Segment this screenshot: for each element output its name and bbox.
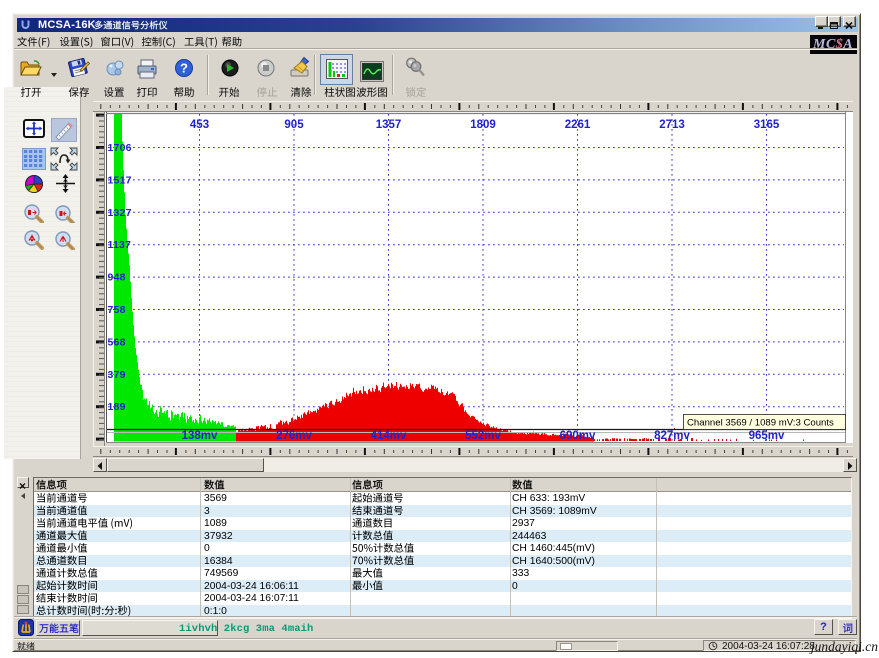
svg-text:276mv: 276mv — [276, 430, 312, 442]
svg-text:948: 948 — [108, 272, 126, 284]
svg-text:379: 379 — [108, 369, 126, 381]
svg-text:138mv: 138mv — [182, 430, 218, 442]
svg-text:414mv: 414mv — [371, 430, 407, 442]
svg-text:552mv: 552mv — [465, 430, 501, 442]
svg-text:568: 568 — [108, 336, 126, 348]
svg-text:1706: 1706 — [108, 142, 132, 154]
svg-text:453: 453 — [190, 119, 209, 131]
svg-text:189: 189 — [108, 401, 126, 413]
svg-text:758: 758 — [108, 304, 126, 316]
svg-text:1327: 1327 — [108, 207, 132, 219]
svg-text:827mv: 827mv — [654, 430, 690, 442]
svg-text:2713: 2713 — [659, 119, 685, 131]
svg-text:?: ? — [180, 61, 188, 76]
svg-text:3165: 3165 — [754, 119, 780, 131]
svg-text:2261: 2261 — [565, 119, 591, 131]
svg-text:905: 905 — [284, 119, 304, 131]
svg-text:Channel 3569 / 1089 mV:3 Count: Channel 3569 / 1089 mV:3 Counts — [687, 418, 834, 429]
svg-text:1357: 1357 — [376, 119, 402, 131]
svg-text:1517: 1517 — [108, 174, 132, 186]
svg-text:1137: 1137 — [108, 239, 132, 251]
svg-text:1809: 1809 — [470, 119, 496, 131]
svg-text:690mv: 690mv — [560, 430, 596, 442]
svg-text:965mv: 965mv — [749, 430, 785, 442]
